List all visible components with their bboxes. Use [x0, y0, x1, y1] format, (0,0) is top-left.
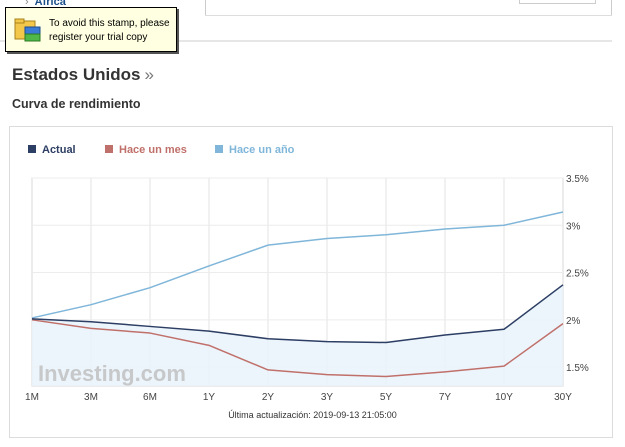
yield-curve-chart: 3.5% 3% 2.5% 2% 1.5% 1M 3M 6M 1Y 2Y 3Y 5Y 7Y 10Y 30Y In…	[25, 174, 589, 403]
x-tick-label: 6M	[143, 392, 157, 403]
y-tick-label: 3%	[566, 221, 581, 232]
y-tick-label: 2%	[566, 316, 581, 327]
y-tick-label: 3.5%	[566, 174, 589, 185]
x-tick-label: 3Y	[321, 392, 334, 403]
x-tick-label: 7Y	[439, 392, 452, 403]
y-tick-label: 1.5%	[566, 363, 589, 374]
x-tick-label: 1Y	[203, 392, 216, 403]
investing-watermark: Investing.com	[38, 361, 186, 386]
x-tick-label: 5Y	[380, 392, 393, 403]
x-tick-label: 3M	[84, 392, 98, 403]
last-update-note: Última actualización: 2019-09-13 21:05:0…	[228, 410, 397, 420]
x-tick-label: 10Y	[495, 392, 513, 403]
x-tick-label: 30Y	[554, 392, 572, 403]
x-tick-label: 2Y	[262, 392, 275, 403]
x-tick-label: 1M	[25, 392, 39, 403]
series-line-hace-un-ano	[31, 211, 564, 319]
y-tick-label: 2.5%	[566, 269, 589, 280]
